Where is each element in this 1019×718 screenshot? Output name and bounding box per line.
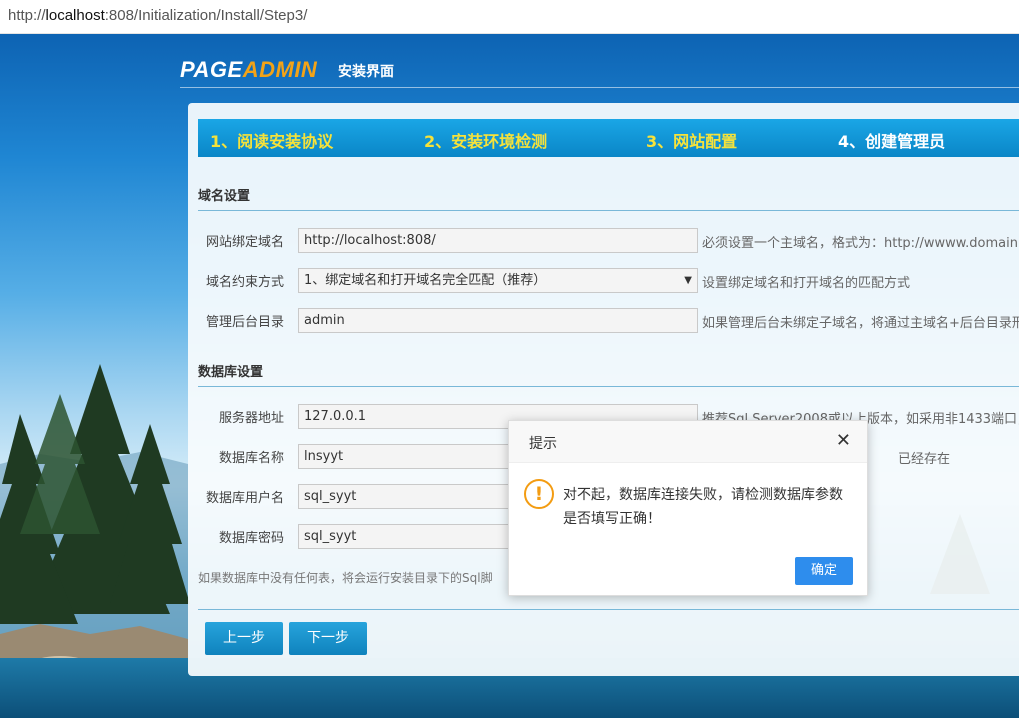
db-user-label: 数据库用户名	[205, 491, 284, 506]
domain-match-value: 1、绑定域名和打开域名完全匹配（推荐）	[304, 273, 547, 288]
url-text[interactable]: http://localhost:808/Initialization/Inst…	[8, 7, 307, 24]
step-1: 1、阅读安装协议	[210, 132, 334, 151]
next-step-button[interactable]: 下一步	[289, 622, 367, 655]
db-password-label: 数据库密码	[218, 531, 284, 546]
domain-input[interactable]: http://localhost:808/	[298, 228, 698, 253]
domain-match-hint: 设置绑定域名和打开域名的匹配方式	[702, 276, 911, 291]
alert-dialog: 提示 ✕ ! 对不起，数据库连接失败，请检测数据库参数是否填写正确！ 确定	[508, 420, 868, 596]
footer-divider	[198, 609, 1019, 610]
step-2: 2、安装环境检测	[424, 132, 548, 151]
db-note: 如果数据库中没有任何表，将会运行安装目录下的Sql脚	[198, 571, 493, 585]
admin-dir-input[interactable]: admin	[298, 308, 698, 333]
admin-dir-hint: 如果管理后台未绑定子域名，将通过主域名+后台目录形式访问	[702, 316, 1019, 331]
install-subtitle: 安装界面	[338, 64, 394, 80]
step-bar: 1、阅读安装协议 2、安装环境检测 3、网站配置 4、创建管理员	[198, 119, 1019, 157]
domain-match-label: 域名约束方式	[205, 275, 284, 290]
domain-section-title: 域名设置	[198, 189, 251, 204]
dialog-title: 提示	[529, 436, 557, 452]
step-3: 3、网站配置	[646, 132, 738, 151]
address-bar[interactable]: http://localhost:808/Initialization/Inst…	[0, 0, 1019, 34]
domain-hint: 必须设置一个主域名，格式为：http://wwww.domain.com	[702, 236, 1019, 251]
ok-button[interactable]: 确定	[795, 557, 853, 585]
header-divider	[180, 87, 1019, 88]
domain-label: 网站绑定域名	[205, 235, 284, 250]
pageadmin-logo: PAGEADMIN	[180, 57, 318, 82]
db-name-hint: 已经存在	[898, 452, 951, 467]
dropdown-arrow-icon: ▼	[684, 275, 692, 286]
db-name-label: 数据库名称	[218, 451, 284, 466]
db-server-label: 服务器地址	[218, 411, 284, 426]
dialog-message: 对不起，数据库连接失败，请检测数据库参数是否填写正确！	[563, 487, 843, 527]
warning-icon: !	[524, 479, 554, 509]
dialog-titlebar: 提示 ✕	[509, 421, 867, 463]
db-section-title: 数据库设置	[198, 365, 264, 380]
domain-match-select[interactable]: 1、绑定域名和打开域名完全匹配（推荐） ▼	[298, 268, 698, 293]
admin-dir-label: 管理后台目录	[205, 315, 284, 330]
prev-step-button[interactable]: 上一步	[205, 622, 283, 655]
section-divider	[198, 386, 1019, 387]
section-divider	[198, 210, 1019, 211]
step-4: 4、创建管理员	[838, 132, 946, 151]
close-icon[interactable]: ✕	[836, 431, 851, 451]
